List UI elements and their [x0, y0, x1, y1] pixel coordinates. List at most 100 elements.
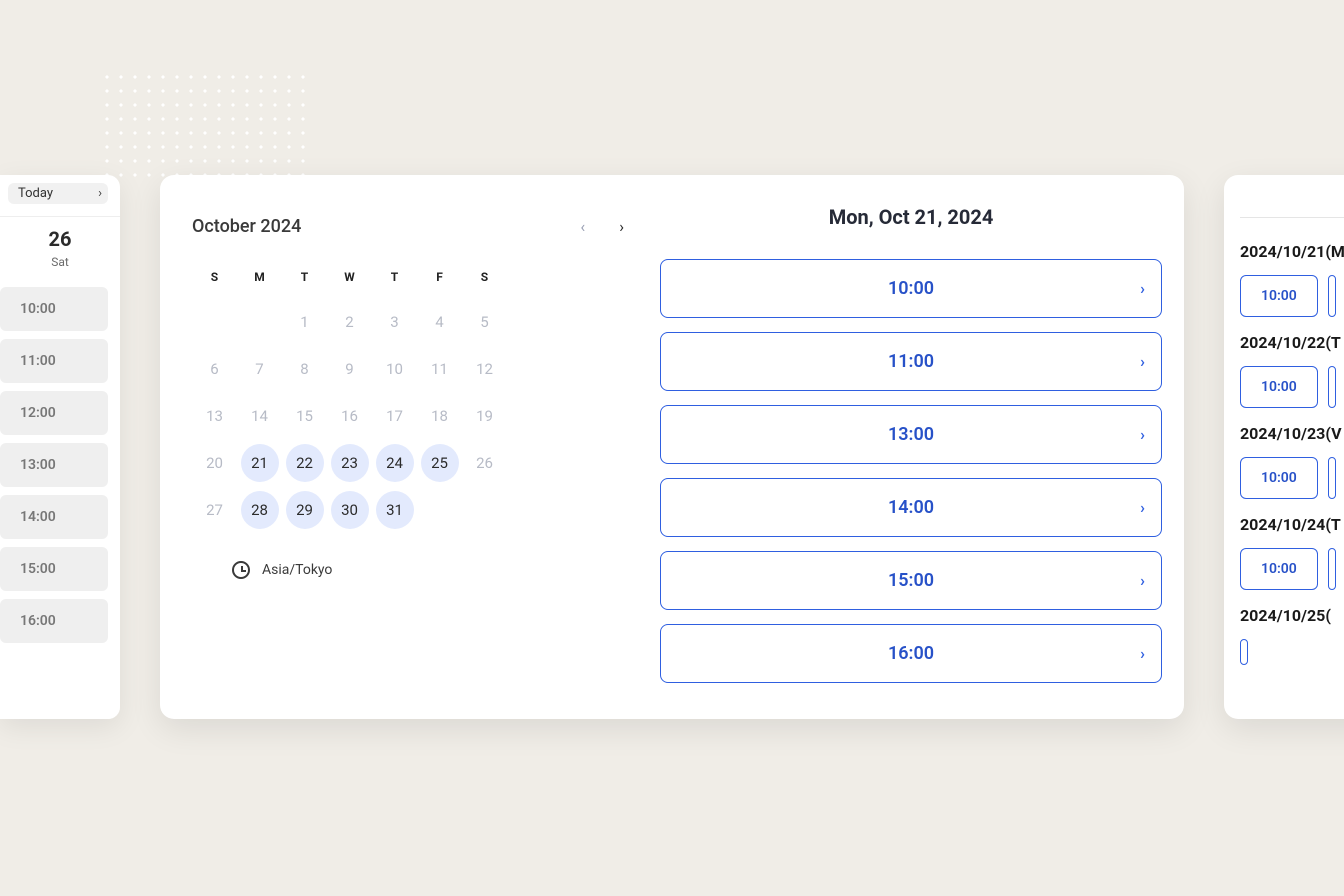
calendar-day-available[interactable]: 21: [237, 439, 282, 486]
selected-date-heading: Mon, Oct 21, 2024: [660, 205, 1162, 229]
list-day-label: 2024/10/24(T: [1240, 515, 1344, 534]
calendar-dow: F: [417, 262, 462, 298]
list-day-chips: 10:00: [1240, 275, 1344, 317]
list-timeslot-chip[interactable]: [1328, 457, 1336, 499]
sidebar-slot[interactable]: 12:00: [0, 391, 108, 435]
timeslot-button[interactable]: 13:00 ›: [660, 405, 1162, 464]
calendar-day: 8: [282, 345, 327, 392]
chevron-right-icon: ›: [1140, 498, 1145, 517]
sidebar-slot[interactable]: 16:00: [0, 599, 108, 643]
calendar-day-available[interactable]: 24: [372, 439, 417, 486]
calendar-dow: S: [192, 262, 237, 298]
list-timeslot-chip[interactable]: 10:00: [1240, 457, 1318, 499]
calendar-day: 18: [417, 392, 462, 439]
calendar-day: 17: [372, 392, 417, 439]
calendar-grid: SMTWTFS123456789101112131415161718192021…: [192, 262, 636, 533]
calendar-day: 27: [192, 486, 237, 533]
sidebar-slot[interactable]: 13:00: [0, 443, 108, 487]
calendar-day: 12: [462, 345, 507, 392]
calendar-day: 13: [192, 392, 237, 439]
list-timeslot-chip[interactable]: [1328, 275, 1336, 317]
list-timeslot-chip[interactable]: [1328, 548, 1336, 590]
decorative-dots: [100, 70, 310, 180]
chevron-right-icon: ›: [1140, 352, 1145, 371]
divider: [0, 216, 120, 217]
list-timeslot-chip[interactable]: 10:00: [1240, 366, 1318, 408]
chevron-right-icon: ›: [619, 217, 624, 236]
timeslot-label: 14:00: [888, 497, 934, 518]
calendar-day-available[interactable]: 30: [327, 486, 372, 533]
list-day-label: 2024/10/25(: [1240, 606, 1344, 625]
chevron-right-icon: ›: [1140, 571, 1145, 590]
calendar-day-available[interactable]: 29: [282, 486, 327, 533]
timeslot-button[interactable]: 14:00 ›: [660, 478, 1162, 537]
sidebar-slot[interactable]: 15:00: [0, 547, 108, 591]
sidebar-slot[interactable]: 14:00: [0, 495, 108, 539]
list-day-chips: 10:00: [1240, 366, 1344, 408]
calendar-dow: W: [327, 262, 372, 298]
chevron-left-icon: ‹: [580, 217, 585, 236]
timezone-row[interactable]: Asia/Tokyo: [232, 561, 636, 579]
list-timeslot-chip[interactable]: [1240, 639, 1248, 665]
calendar-day-available[interactable]: 31: [372, 486, 417, 533]
calendar-nav: ‹ ›: [576, 213, 628, 240]
calendar-day: 19: [462, 392, 507, 439]
list-day-label: 2024/10/22(T: [1240, 333, 1344, 352]
timezone-label: Asia/Tokyo: [262, 562, 332, 578]
calendar-day-available[interactable]: 22: [282, 439, 327, 486]
calendar-day: 2: [327, 298, 372, 345]
calendar-day: 5: [462, 298, 507, 345]
fade-overlay: [0, 679, 120, 719]
today-button[interactable]: Today ›: [8, 183, 108, 204]
calendar-day-available[interactable]: 28: [237, 486, 282, 533]
timeslot-button[interactable]: 10:00 ›: [660, 259, 1162, 318]
timeslot-label: 11:00: [888, 351, 934, 372]
timeslot-button[interactable]: 11:00 ›: [660, 332, 1162, 391]
next-month-button[interactable]: ›: [615, 213, 628, 240]
timeslot-label: 15:00: [888, 570, 934, 591]
timeslot-section: Mon, Oct 21, 2024 10:00›11:00›13:00›14:0…: [660, 175, 1184, 719]
timeslot-label: 16:00: [888, 643, 934, 664]
chevron-right-icon: ›: [98, 186, 102, 201]
timeslot-label: 10:00: [888, 278, 934, 299]
list-timeslot-chip[interactable]: [1328, 366, 1336, 408]
list-timeslot-chip[interactable]: 10:00: [1240, 548, 1318, 590]
timeslot-label: 13:00: [888, 424, 934, 445]
calendar-day-available[interactable]: 25: [417, 439, 462, 486]
calendar-day: 7: [237, 345, 282, 392]
calendar-day: [462, 486, 507, 533]
divider: [1240, 217, 1344, 218]
calendar-dow: S: [462, 262, 507, 298]
clock-icon: [232, 561, 250, 579]
today-label: Today: [18, 186, 53, 201]
sidebar-slot[interactable]: 10:00: [0, 287, 108, 331]
sidebar-day-panel: Today › 26 Sat 10:0011:0012:0013:0014:00…: [0, 175, 120, 719]
calendar-day: [417, 486, 462, 533]
calendar-header: October 2024 ‹ ›: [192, 213, 636, 252]
calendar-day: 11: [417, 345, 462, 392]
list-timeslot-chip[interactable]: 10:00: [1240, 275, 1318, 317]
calendar-day: 20: [192, 439, 237, 486]
calendar-day: 6: [192, 345, 237, 392]
calendar-section: October 2024 ‹ › SMTWTFS1234567891011121…: [160, 175, 660, 719]
calendar-day: 9: [327, 345, 372, 392]
prev-month-button[interactable]: ‹: [576, 213, 589, 240]
sidebar-slot[interactable]: 11:00: [0, 339, 108, 383]
calendar-day-available[interactable]: 23: [327, 439, 372, 486]
list-day-label: 2024/10/21(M: [1240, 242, 1344, 261]
chevron-right-icon: ›: [1140, 425, 1145, 444]
list-view-panel: 2024/10/21(M 10:00 2024/10/22(T 10:00 2024/1…: [1224, 175, 1344, 719]
calendar-day: [192, 298, 237, 345]
chevron-right-icon: ›: [1140, 279, 1145, 298]
calendar-day: 26: [462, 439, 507, 486]
timeslot-button[interactable]: 16:00›: [660, 624, 1162, 683]
list-day-chips: 10:00: [1240, 457, 1344, 499]
booking-panel: October 2024 ‹ › SMTWTFS1234567891011121…: [160, 175, 1184, 719]
calendar-day: 10: [372, 345, 417, 392]
calendar-dow: T: [282, 262, 327, 298]
timeslot-button[interactable]: 15:00 ›: [660, 551, 1162, 610]
calendar-day: 14: [237, 392, 282, 439]
calendar-day: 16: [327, 392, 372, 439]
sidebar-date-number: 26: [0, 227, 120, 251]
list-day-label: 2024/10/23(V: [1240, 424, 1344, 443]
